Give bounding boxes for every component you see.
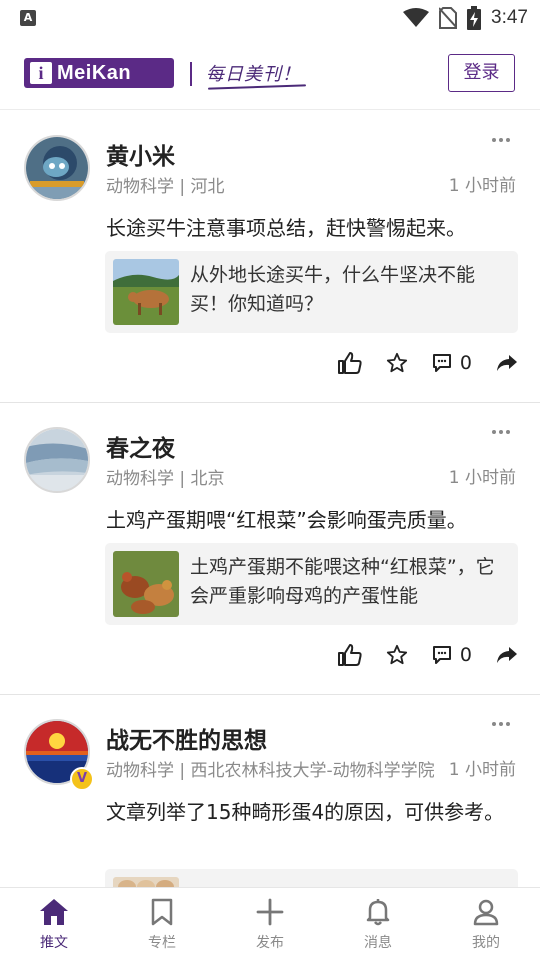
share-button[interactable] (496, 646, 518, 664)
post-time: 1 小时前 (448, 176, 516, 196)
user-meta: 动物科学 | 北京 (106, 469, 225, 489)
like-button[interactable] (337, 644, 362, 666)
user-meta: 动物科学 | 西北农林科技大学-动物科学学院 (106, 761, 435, 781)
post-feed[interactable]: 黄小米 动物科学 | 河北 1 小时前 长途买牛注意事项总结，赶快警惕起来。 从… (0, 111, 540, 887)
nav-tweets[interactable]: 推文 (0, 888, 108, 960)
nav-messages[interactable]: 消息 (324, 888, 432, 960)
linked-article-card[interactable]: 土鸡产蛋期不能喂这种“红根菜”，它会严重影响母鸡的产蛋性能 (105, 543, 518, 625)
nav-label: 推文 (40, 935, 68, 951)
post-content[interactable]: 文章列举了15种畸形蛋4的原因，可供参考。 (106, 795, 516, 829)
app-notification-icon: A (20, 10, 36, 26)
share-icon (497, 647, 517, 663)
bookmark-icon (151, 898, 173, 926)
article-thumbnail (113, 551, 179, 617)
post-card[interactable]: 春之夜 动物科学 | 北京 1 小时前 土鸡产蛋期喂“红根菜”会影响蛋壳质量。 … (0, 403, 540, 695)
post-card[interactable]: 黄小米 动物科学 | 河北 1 小时前 长途买牛注意事项总结，赶快警惕起来。 从… (0, 111, 540, 403)
bottom-nav: 推文 专栏 发布 消息 我的 (0, 887, 540, 960)
more-options-icon[interactable] (492, 719, 512, 729)
comment-count: 0 (459, 352, 472, 374)
star-icon (386, 352, 407, 373)
favorite-button[interactable] (386, 644, 408, 666)
nav-publish[interactable]: 发布 (216, 888, 324, 960)
app-header: i MeiKan 每日美刊！ 登录 (0, 36, 540, 110)
slogan: 每日美刊！ (206, 64, 301, 85)
share-button[interactable] (496, 354, 518, 372)
linked-article-card[interactable] (105, 869, 518, 887)
logo-letter: i (30, 62, 52, 84)
nav-label: 我的 (472, 935, 500, 951)
star-icon (386, 644, 407, 665)
username[interactable]: 黄小米 (106, 137, 175, 171)
nav-label: 发布 (256, 935, 284, 951)
status-bar: A 3:47 (0, 0, 540, 36)
linked-article-card[interactable]: 从外地长途买牛，什么牛坚决不能买！你知道吗？ (105, 251, 518, 333)
comment-icon (432, 646, 451, 664)
home-icon (40, 899, 68, 925)
nav-columns[interactable]: 专栏 (108, 888, 216, 960)
comment-count: 0 (459, 644, 472, 666)
more-options-icon[interactable] (492, 427, 512, 437)
thumbs-up-icon (337, 644, 362, 666)
bell-icon (366, 899, 390, 926)
wifi-icon (403, 8, 430, 27)
post-content[interactable]: 长途买牛注意事项总结，赶快警惕起来。 (106, 211, 516, 245)
nav-label: 消息 (364, 935, 392, 951)
user-meta: 动物科学 | 河北 (106, 177, 225, 197)
user-icon (473, 899, 499, 926)
plus-icon (256, 898, 284, 926)
username[interactable]: 战无不胜的思想 (106, 721, 267, 755)
share-icon (497, 355, 517, 371)
more-options-icon[interactable] (492, 135, 512, 145)
comment-icon (432, 354, 451, 372)
post-card[interactable]: V 战无不胜的思想 动物科学 | 西北农林科技大学-动物科学学院 1 小时前 文… (0, 695, 540, 887)
nav-label: 专栏 (148, 935, 176, 951)
post-time: 1 小时前 (446, 755, 516, 780)
comment-button[interactable]: 0 (432, 352, 472, 374)
avatar[interactable] (24, 427, 90, 493)
username[interactable]: 春之夜 (106, 429, 175, 463)
article-thumbnail (113, 259, 179, 325)
post-content[interactable]: 土鸡产蛋期喂“红根菜”会影响蛋壳质量。 (106, 503, 516, 537)
clock: 3:47 (491, 7, 528, 28)
article-title: 从外地长途买牛，什么牛坚决不能买！你知道吗？ (190, 264, 476, 315)
app-logo: i MeiKan (24, 58, 174, 88)
logo-text: MeiKan (57, 61, 132, 84)
post-actions: 0 (314, 639, 518, 671)
status-icons: 3:47 (403, 6, 528, 30)
login-button[interactable]: 登录 (448, 54, 515, 92)
no-sim-icon (439, 7, 458, 29)
comment-button[interactable]: 0 (432, 644, 472, 666)
like-button[interactable] (337, 352, 362, 374)
logo-divider (190, 62, 192, 86)
nav-profile[interactable]: 我的 (432, 888, 540, 960)
article-thumbnail (113, 877, 179, 887)
favorite-button[interactable] (386, 352, 408, 374)
post-time: 1 小时前 (448, 468, 516, 488)
verified-badge: V (70, 767, 94, 791)
article-title: 土鸡产蛋期不能喂这种“红根菜”，它会严重影响母鸡的产蛋性能 (190, 556, 495, 607)
battery-charging-icon (467, 6, 482, 30)
thumbs-up-icon (337, 352, 362, 374)
post-actions: 0 (314, 347, 518, 379)
avatar[interactable] (24, 135, 90, 201)
